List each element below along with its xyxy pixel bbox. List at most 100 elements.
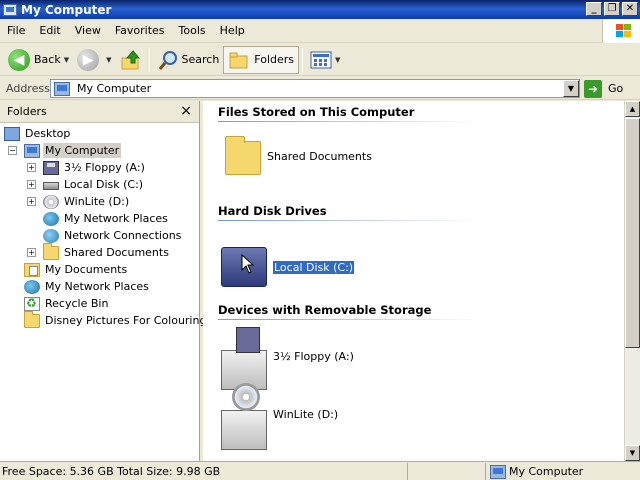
- tree-item-label: My Network Places: [45, 280, 149, 293]
- go-button[interactable]: ➜ Go: [584, 79, 623, 98]
- tree-item-my-computer[interactable]: − My Computer: [8, 142, 122, 159]
- window-controls: _ ❐ ✕: [586, 2, 638, 16]
- restore-button[interactable]: ❐: [604, 2, 620, 16]
- tree-item-winlite[interactable]: + WinLite (D:): [27, 193, 131, 210]
- tree-item-recycle-bin[interactable]: Recycle Bin: [24, 295, 110, 312]
- disk-icon: [43, 182, 59, 190]
- tree-item-label: Desktop: [25, 127, 71, 140]
- tree-item-my-network-places[interactable]: My Network Places: [24, 278, 151, 295]
- tree-item-label: WinLite (D:): [64, 195, 130, 208]
- tree-item-label: Network Connections: [64, 229, 182, 242]
- toolbar: ◀ Back ▼ ▶ ▼ Search Folders ▼: [0, 44, 640, 76]
- menu-file[interactable]: File: [0, 24, 32, 37]
- expand-icon[interactable]: +: [27, 180, 36, 189]
- search-icon: [158, 50, 177, 70]
- tree-item-label: My Computer: [43, 143, 122, 158]
- back-dropdown-icon[interactable]: ▼: [64, 56, 69, 64]
- address-dropdown-icon[interactable]: ▼: [563, 80, 579, 97]
- menu-help[interactable]: Help: [213, 24, 252, 37]
- group-divider: [218, 319, 480, 320]
- network-icon: [43, 211, 59, 226]
- group-header-hard-disk-drives: Hard Disk Drives: [218, 204, 327, 218]
- menu-bar: File Edit View Favorites Tools Help: [0, 19, 640, 43]
- tree-item-local-disk[interactable]: + Local Disk (C:): [27, 176, 145, 193]
- forward-arrow-icon: ▶: [77, 48, 100, 71]
- folder-icon: [225, 136, 261, 175]
- status-bar: Free Space: 5.36 GB Total Size: 9.98 GB …: [0, 461, 640, 480]
- forward-button[interactable]: ▶ ▼: [73, 46, 115, 74]
- title-bar[interactable]: My Computer _ ❐ ✕: [0, 0, 640, 19]
- connections-icon: [43, 228, 59, 243]
- folder-icon: [24, 310, 40, 328]
- address-input[interactable]: [77, 82, 557, 95]
- status-empty-segment: [410, 463, 486, 480]
- scroll-up-arrow-icon[interactable]: ▲: [625, 101, 640, 117]
- address-box[interactable]: ▼: [50, 79, 580, 98]
- vertical-scrollbar[interactable]: ▲ ▼: [624, 101, 640, 461]
- expand-icon[interactable]: +: [27, 248, 36, 257]
- cd-icon: [43, 194, 59, 209]
- status-location-label: My Computer: [509, 465, 584, 478]
- up-button[interactable]: [116, 46, 146, 74]
- item-floppy-drive[interactable]: 3½ Floppy (A:): [221, 327, 354, 390]
- tree-item-label: My Documents: [45, 263, 128, 276]
- back-button[interactable]: ◀ Back ▼: [4, 46, 73, 74]
- tree-item-my-documents[interactable]: My Documents: [24, 261, 129, 278]
- status-location: My Computer: [488, 463, 624, 480]
- expand-icon[interactable]: +: [27, 197, 36, 206]
- scroll-thumb[interactable]: [625, 118, 640, 348]
- group-divider: [218, 220, 480, 221]
- status-free-space: Free Space: 5.36 GB Total Size: 9.98 GB: [0, 463, 408, 480]
- menu-tools[interactable]: Tools: [172, 24, 213, 37]
- close-pane-icon[interactable]: ×: [180, 103, 192, 119]
- item-cd-drive[interactable]: WinLite (D:): [221, 383, 339, 450]
- group-header-files-stored: Files Stored on This Computer: [218, 105, 415, 119]
- menu-edit[interactable]: Edit: [32, 24, 67, 37]
- group-header-removable-storage: Devices with Removable Storage: [218, 303, 432, 317]
- my-computer-icon: [54, 81, 70, 96]
- tree-item-label: Shared Documents: [64, 246, 169, 259]
- item-shared-documents[interactable]: Shared Documents: [225, 136, 372, 175]
- forward-dropdown-icon[interactable]: ▼: [106, 56, 111, 64]
- tree-item-label: Recycle Bin: [45, 297, 109, 310]
- folders-pane-title: Folders: [7, 105, 47, 118]
- desktop-icon: [4, 126, 20, 141]
- tree-item-shared-documents[interactable]: + Shared Documents: [27, 242, 171, 261]
- cd-drive-icon: [221, 383, 267, 450]
- expand-icon[interactable]: +: [27, 163, 36, 172]
- windows-logo-icon: [602, 19, 640, 43]
- computer-icon: [24, 143, 40, 158]
- views-dropdown-icon[interactable]: ▼: [335, 56, 340, 64]
- tree-item-network-places[interactable]: My Network Places: [43, 210, 170, 227]
- recycle-bin-icon: [24, 296, 40, 311]
- menu-view[interactable]: View: [68, 24, 108, 37]
- search-button[interactable]: Search: [153, 46, 224, 74]
- documents-icon: [24, 262, 40, 277]
- my-computer-icon: [3, 3, 17, 16]
- tree-item-disney-pictures[interactable]: Disney Pictures For Colouring: [24, 310, 208, 329]
- tree-item-floppy[interactable]: + 3½ Floppy (A:): [27, 159, 147, 176]
- item-label: Local Disk (C:): [271, 259, 356, 275]
- item-label: WinLite (D:): [273, 407, 339, 421]
- close-button[interactable]: ✕: [622, 2, 638, 16]
- minimize-button[interactable]: _: [586, 2, 602, 16]
- scroll-down-arrow-icon[interactable]: ▼: [625, 445, 640, 461]
- item-label: Shared Documents: [267, 149, 372, 163]
- tree-item-network-connections[interactable]: Network Connections: [43, 227, 183, 244]
- tree-item-desktop[interactable]: Desktop: [4, 125, 72, 142]
- tree-item-label: Local Disk (C:): [64, 178, 144, 191]
- views-icon: [310, 51, 332, 68]
- back-arrow-icon: ◀: [8, 48, 30, 71]
- back-label: Back: [34, 53, 61, 66]
- go-arrow-icon: ➜: [584, 79, 602, 98]
- menu-favorites[interactable]: Favorites: [108, 24, 172, 37]
- folders-button[interactable]: Folders: [223, 45, 300, 74]
- floppy-icon: [43, 160, 59, 175]
- collapse-icon[interactable]: −: [8, 146, 17, 155]
- tree-item-label: Disney Pictures For Colouring: [45, 314, 207, 327]
- address-label: Address: [6, 81, 50, 95]
- folder-icon: [43, 242, 59, 260]
- network-icon: [24, 279, 40, 294]
- folders-pane: Folders × Desktop − My Computer + 3½ Flo…: [0, 101, 206, 461]
- views-button[interactable]: ▼: [306, 46, 344, 74]
